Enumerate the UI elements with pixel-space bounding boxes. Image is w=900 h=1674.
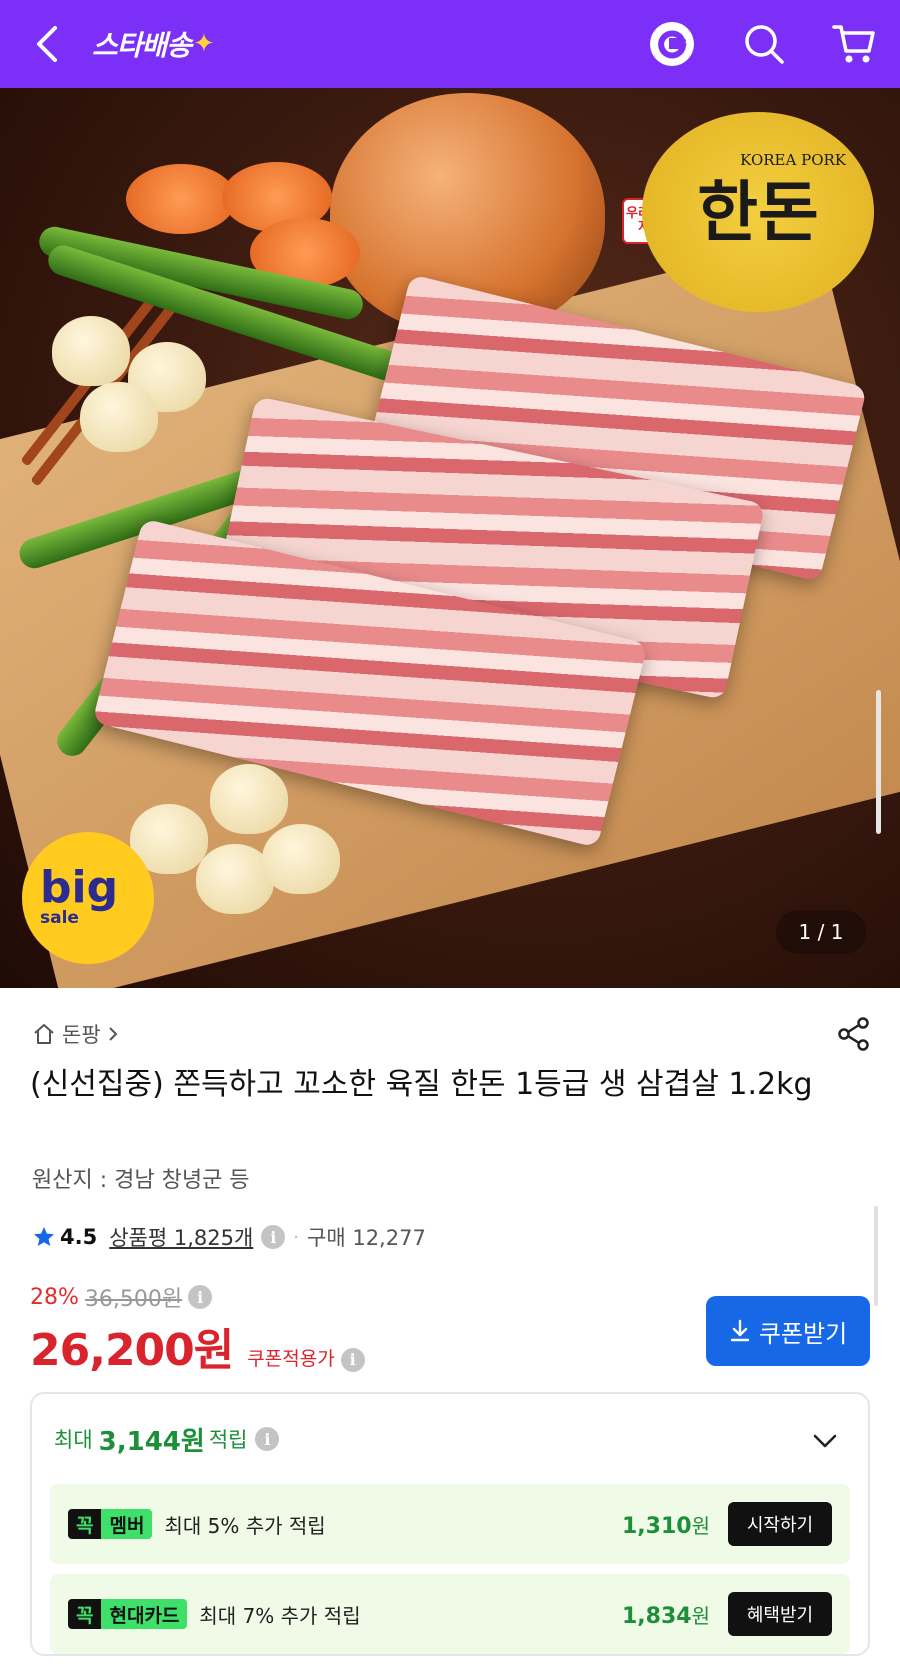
kk-name: 멤버 — [101, 1509, 153, 1539]
reward-value: 1,310원 — [622, 1510, 710, 1539]
discount-rate: 28% — [30, 1284, 79, 1310]
separator-dot: · — [293, 1226, 300, 1248]
reward-points-panel: 최대 3,144원 적립 i 꼭 멤버 최대 5% 추가 적립 1,310원 시… — [30, 1392, 870, 1656]
g-logo-icon — [650, 22, 694, 66]
original-price: 36,500원 — [84, 1287, 183, 1312]
kk-label: 꼭 — [68, 1599, 102, 1629]
reward-description: 최대 5% 추가 적립 — [164, 1513, 326, 1538]
garlic-clove — [262, 824, 340, 894]
info-icon[interactable]: i — [255, 1427, 280, 1451]
coupon-price-label: 쿠폰적용가 — [247, 1348, 335, 1370]
hyundai-card-reward-row: 꼭 현대카드 최대 7% 추가 적립 1,834원 혜택받기 — [50, 1574, 850, 1654]
chevron-down-icon[interactable] — [810, 1426, 840, 1456]
hanton-seal-logo: 한돈 KOREA PORK — [642, 112, 874, 312]
info-icon[interactable]: i — [188, 1285, 213, 1309]
reward-prefix: 최대 — [54, 1428, 93, 1452]
search-button[interactable] — [738, 18, 790, 70]
badge-big-text: big — [40, 862, 119, 914]
search-icon — [745, 25, 784, 64]
reward-value: 1,834원 — [622, 1600, 710, 1629]
info-icon[interactable]: i — [340, 1347, 365, 1372]
price-row: 26,200원 쿠폰적용가 i — [30, 1314, 365, 1376]
seal-sub-text: KOREA PORK — [740, 151, 846, 169]
get-benefit-button[interactable]: 혜택받기 — [728, 1592, 832, 1636]
get-coupon-button[interactable]: 쿠폰받기 — [706, 1296, 870, 1366]
kk-card-badge: 꼭 현대카드 — [68, 1599, 188, 1629]
start-member-button[interactable]: 시작하기 — [728, 1502, 832, 1546]
home-icon — [34, 1024, 54, 1044]
sparkle-icon: ✦ — [193, 29, 215, 59]
download-icon — [730, 1319, 750, 1342]
page-scrollbar[interactable] — [874, 1206, 878, 1306]
top-app-bar: 스타배송 ✦ — [0, 0, 900, 88]
kk-member-badge: 꼭 멤버 — [68, 1509, 153, 1539]
logo-text: 스타배송 — [92, 29, 192, 62]
reward-description: 최대 7% 추가 적립 — [199, 1603, 361, 1628]
badge-sale-text: sale — [40, 907, 79, 928]
purchase-count: 구매 12,277 — [307, 1226, 426, 1250]
product-title: (신선집중) 쫀득하고 꼬소한 육질 한돈 1등급 생 삼겹살 1.2kg — [30, 1067, 813, 1102]
garlic-clove — [52, 316, 130, 386]
cart-button[interactable] — [828, 18, 880, 70]
review-count-link[interactable]: 상품평 1,825개 — [109, 1222, 253, 1252]
product-image[interactable]: 우리돼지 한돈 KOREA PORK big sale 1 / 1 — [0, 88, 900, 988]
reward-value-number: 1,310 — [622, 1513, 692, 1539]
sale-price: 26,200원 — [30, 1325, 234, 1376]
share-button[interactable] — [832, 1012, 876, 1056]
g-brand-button[interactable] — [646, 18, 698, 70]
carrot-slice — [126, 164, 236, 234]
origin-text: 원산지 : 경남 창녕군 등 — [32, 1168, 250, 1193]
cart-icon — [832, 25, 875, 63]
rating-value: 4.5 — [60, 1225, 98, 1249]
reward-value-unit: 원 — [691, 1603, 710, 1628]
reward-value-unit: 원 — [691, 1513, 710, 1538]
store-name: 돈팡 — [62, 1023, 101, 1047]
member-reward-row: 꼭 멤버 최대 5% 추가 적립 1,310원 시작하기 — [50, 1484, 850, 1564]
reward-suffix: 적립 — [208, 1428, 248, 1452]
image-page-indicator: 1 / 1 — [776, 910, 866, 954]
share-icon — [838, 1017, 869, 1051]
rating-row: 4.5 상품평 1,825개 i · 구매 12,277 — [32, 1220, 426, 1254]
chevron-left-icon — [37, 26, 57, 62]
chevron-right-icon — [108, 1027, 118, 1041]
image-scrollbar — [876, 690, 881, 834]
big-sale-badge: big sale — [22, 832, 154, 964]
reward-max-amount: 3,144원 — [98, 1426, 205, 1457]
store-breadcrumb[interactable]: 돈팡 — [32, 1018, 119, 1050]
reward-value-number: 1,834 — [622, 1603, 692, 1629]
discount-row: 28% 36,500원 i — [30, 1282, 213, 1312]
info-icon[interactable]: i — [261, 1225, 286, 1249]
back-button[interactable] — [26, 22, 66, 66]
reward-header[interactable]: 최대 3,144원 적립 i — [54, 1422, 280, 1457]
seal-main-text: 한돈 — [697, 173, 819, 251]
coupon-button-label: 쿠폰받기 — [758, 1319, 848, 1348]
garlic-clove — [210, 764, 288, 834]
garlic-clove — [80, 382, 158, 452]
star-icon — [34, 1227, 54, 1246]
star-delivery-logo[interactable]: 스타배송 ✦ — [92, 22, 215, 66]
kk-name: 현대카드 — [101, 1599, 188, 1629]
kk-label: 꼭 — [68, 1509, 102, 1539]
